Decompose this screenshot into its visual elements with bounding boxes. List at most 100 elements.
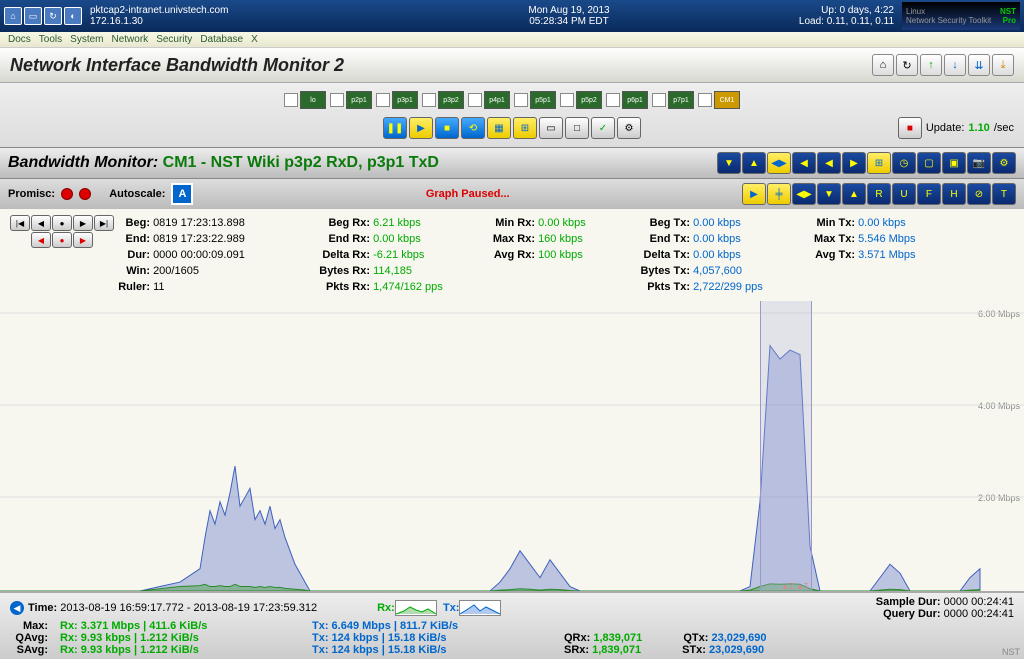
grid-button[interactable]: ⊞ (513, 117, 537, 139)
paused-label: Graph Paused... (426, 188, 510, 200)
zoom-shrink-button[interactable]: ◀▶ (792, 183, 816, 205)
iface-p2p1[interactable]: p2p1 (346, 91, 372, 109)
iface-check-p4p1[interactable] (468, 93, 482, 107)
iface-check-p3p2[interactable] (422, 93, 436, 107)
check-button[interactable]: ✓ (591, 117, 615, 139)
rect-button[interactable]: ▭ (539, 117, 563, 139)
down-icon[interactable]: ↓ (944, 54, 966, 76)
iface-p5p2[interactable]: p5p2 (576, 91, 602, 109)
pad-rr[interactable]: ▶| (94, 215, 114, 231)
refresh-icon[interactable]: ↻ (44, 7, 62, 25)
iface-p6p1[interactable]: p6p1 (622, 91, 648, 109)
iface-check-p5p1[interactable] (514, 93, 528, 107)
nav-frame-button[interactable]: ▣ (942, 152, 966, 174)
globe-icon[interactable]: ◐ (64, 7, 82, 25)
uptime: Up: 0 days, 4:22 (799, 5, 894, 16)
t-button[interactable]: T (992, 183, 1016, 205)
play-button[interactable]: ▶ (409, 117, 433, 139)
interface-selector: lo p2p1 p3p1 p3p2 p4p1 p5p1 p5p2 p6p1 p7p1 CM1 (0, 87, 1024, 113)
nst-logo[interactable]: Linux Network Security Toolkit NST Pro (902, 2, 1020, 30)
stats-panel: |◀ ◀ ● ▶ ▶| ◀ ● ▶ Beg: 0819 17:23:13.898… (0, 209, 1024, 301)
iface-p3p1[interactable]: p3p1 (392, 91, 418, 109)
bandwidth-header: Bandwidth Monitor: CM1 - NST Wiki p3p2 R… (0, 147, 1024, 179)
time-end: 2013-08-19 17:23:59.312 (194, 602, 318, 614)
settings-icon[interactable]: ⚙ (617, 117, 641, 139)
menu-system[interactable]: System (70, 34, 103, 45)
ip-address: 172.16.1.30 (90, 16, 228, 27)
nav-first-button[interactable]: ◀ (792, 152, 816, 174)
update-unit: /sec (994, 122, 1014, 134)
iface-lo[interactable]: lo (300, 91, 326, 109)
nav-down-button[interactable]: ▼ (717, 152, 741, 174)
menu-network[interactable]: Network (112, 34, 149, 45)
top-bar: ⌂ ▭ ↻ ◐ pktcap2-intranet.univstech.com 1… (0, 0, 1024, 32)
nav-clock-button[interactable]: ◷ (892, 152, 916, 174)
zoom-selection[interactable]: ▲Z ▲T (760, 301, 812, 591)
home-icon[interactable]: ⌂ (4, 7, 22, 25)
nav-box-button[interactable]: ▢ (917, 152, 941, 174)
u-button[interactable]: U (892, 183, 916, 205)
display-button[interactable]: ▦ (487, 117, 511, 139)
iface-p7p1[interactable]: p7p1 (668, 91, 694, 109)
iface-CM1[interactable]: CM1 (714, 91, 740, 109)
double-down-icon[interactable]: ⇊ (968, 54, 990, 76)
zoom-up-button[interactable]: ▲ (842, 183, 866, 205)
f-button[interactable]: F (917, 183, 941, 205)
no-button[interactable]: ⊘ (967, 183, 991, 205)
bandwidth-chart[interactable]: 6.00 Mbps 4.00 Mbps 2.00 Mbps ▲Z ▲T (0, 301, 1024, 592)
rx-minichart (395, 600, 437, 616)
menu-database[interactable]: Database (200, 34, 243, 45)
pad-red-r[interactable]: ▶ (73, 232, 93, 248)
nav-grid-button[interactable]: ⊞ (867, 152, 891, 174)
pad-c[interactable]: ● (52, 215, 72, 231)
iface-p4p1[interactable]: p4p1 (484, 91, 510, 109)
iface-p3p2[interactable]: p3p2 (438, 91, 464, 109)
up-icon[interactable]: ↑ (920, 54, 942, 76)
record-button[interactable]: ■ (898, 117, 922, 139)
iface-check-CM1[interactable] (698, 93, 712, 107)
nav-next-button[interactable]: ▶ (842, 152, 866, 174)
window-icon[interactable]: ▭ (24, 7, 42, 25)
reset-button[interactable]: ⟲ (461, 117, 485, 139)
pad-r[interactable]: ▶ (73, 215, 93, 231)
nav-pad: |◀ ◀ ● ▶ ▶| ◀ ● ▶ (10, 215, 114, 248)
iface-check-p3p1[interactable] (376, 93, 390, 107)
pad-red-l[interactable]: ◀ (31, 232, 51, 248)
iface-check-lo[interactable] (284, 93, 298, 107)
hostname: pktcap2-intranet.univstech.com (90, 5, 228, 16)
time-start: 2013-08-19 16:59:17.772 (60, 602, 184, 614)
nav-prev-button[interactable]: ◀ (817, 152, 841, 174)
menu-x[interactable]: X (251, 34, 258, 45)
iface-check-p7p1[interactable] (652, 93, 666, 107)
autoscale-button[interactable]: A (171, 183, 193, 205)
scroll-left-icon[interactable]: ◀ (10, 601, 24, 615)
stop-button[interactable]: ■ (435, 117, 459, 139)
menu-bar: Docs Tools System Network Security Database X (0, 32, 1024, 48)
iface-check-p2p1[interactable] (330, 93, 344, 107)
square-button[interactable]: □ (565, 117, 589, 139)
h-button[interactable]: H (942, 183, 966, 205)
menu-security[interactable]: Security (156, 34, 192, 45)
r-button[interactable]: R (867, 183, 891, 205)
last-icon[interactable]: ⤓ (992, 54, 1014, 76)
pad-red-c[interactable]: ● (52, 232, 72, 248)
reload-icon[interactable]: ↻ (896, 54, 918, 76)
zoom-play-button[interactable]: ▶ (742, 183, 766, 205)
pause-button[interactable]: ❚❚ (383, 117, 407, 139)
monitor-title: CM1 - NST Wiki p3p2 RxD, p3p1 TxD (163, 154, 439, 171)
nav-up-button[interactable]: ▲ (742, 152, 766, 174)
camera-icon[interactable]: 📷 (967, 152, 991, 174)
pad-ll[interactable]: |◀ (10, 215, 30, 231)
zoom-fit-button[interactable]: ╪ (767, 183, 791, 205)
gear-icon[interactable]: ⚙ (992, 152, 1016, 174)
nav-lr-button[interactable]: ◀▶ (767, 152, 791, 174)
menu-docs[interactable]: Docs (8, 34, 31, 45)
menu-tools[interactable]: Tools (39, 34, 62, 45)
zoom-down-button[interactable]: ▼ (817, 183, 841, 205)
promisc-dot-1 (61, 188, 73, 200)
iface-check-p5p2[interactable] (560, 93, 574, 107)
iface-check-p6p1[interactable] (606, 93, 620, 107)
iface-p5p1[interactable]: p5p1 (530, 91, 556, 109)
help-icon[interactable]: ⌂ (872, 54, 894, 76)
pad-l[interactable]: ◀ (31, 215, 51, 231)
